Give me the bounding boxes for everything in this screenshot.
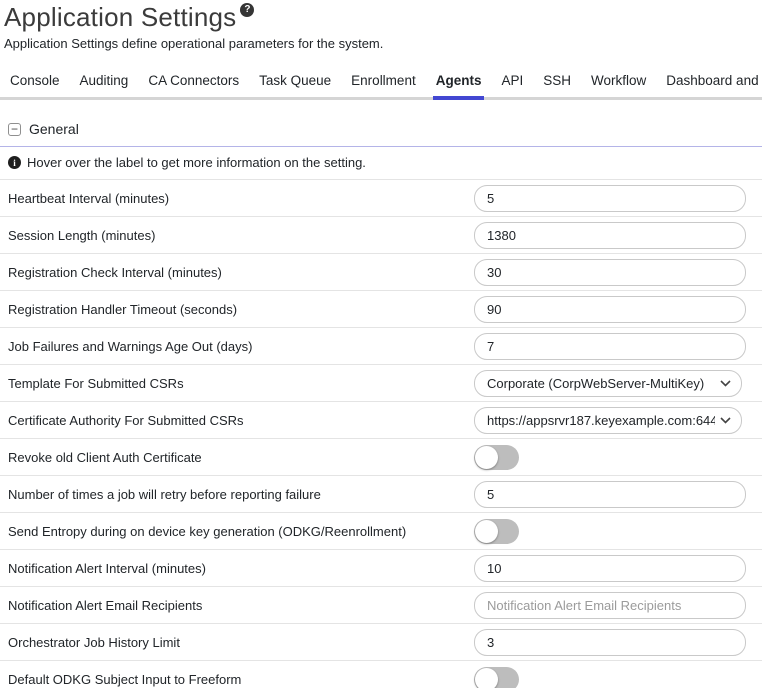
tab-console[interactable]: Console <box>7 66 63 97</box>
tab-dashboard-and-reports[interactable]: Dashboard and Reports <box>663 66 762 97</box>
setting-row: Revoke old Client Auth Certificate <box>0 439 762 476</box>
setting-label: Number of times a job will retry before … <box>8 487 474 502</box>
tab-auditing[interactable]: Auditing <box>77 66 132 97</box>
setting-label: Default ODKG Subject Input to Freeform <box>8 672 474 687</box>
tab-enrollment[interactable]: Enrollment <box>348 66 419 97</box>
setting-row: Default ODKG Subject Input to Freeform <box>0 661 762 688</box>
notification-alert-interval-input[interactable] <box>474 555 746 582</box>
template-for-submitted-csrs-select[interactable]: Corporate (CorpWebServer-MultiKey) <box>474 370 742 397</box>
tab-agents[interactable]: Agents <box>433 66 485 100</box>
section-general-header[interactable]: − General <box>0 114 762 147</box>
setting-label: Orchestrator Job History Limit <box>8 635 474 650</box>
setting-row: Session Length (minutes) <box>0 217 762 254</box>
application-settings-page: Application Settings? Application Settin… <box>0 0 762 688</box>
registration-check-interval-input[interactable] <box>474 259 746 286</box>
toggle-knob <box>475 668 498 688</box>
job-failures-age-out-input[interactable] <box>474 333 746 360</box>
setting-row: Registration Check Interval (minutes) <box>0 254 762 291</box>
setting-row: Template For Submitted CSRs Corporate (C… <box>0 365 762 402</box>
info-note-text: Hover over the label to get more informa… <box>27 155 366 170</box>
setting-label: Revoke old Client Auth Certificate <box>8 450 474 465</box>
page-title: Application Settings <box>4 2 236 32</box>
setting-row: Certificate Authority For Submitted CSRs… <box>0 402 762 439</box>
tab-workflow[interactable]: Workflow <box>588 66 649 97</box>
job-retry-count-input[interactable] <box>474 481 746 508</box>
registration-handler-timeout-input[interactable] <box>474 296 746 323</box>
setting-row: Heartbeat Interval (minutes) <box>0 180 762 217</box>
info-note: i Hover over the label to get more infor… <box>0 147 762 180</box>
collapse-icon[interactable]: − <box>8 123 21 136</box>
info-icon: i <box>8 156 21 169</box>
setting-row: Job Failures and Warnings Age Out (days) <box>0 328 762 365</box>
setting-label: Job Failures and Warnings Age Out (days) <box>8 339 474 354</box>
tab-ca-connectors[interactable]: CA Connectors <box>145 66 242 97</box>
setting-label: Notification Alert Interval (minutes) <box>8 561 474 576</box>
chevron-down-icon <box>720 380 731 387</box>
heartbeat-interval-input[interactable] <box>474 185 746 212</box>
setting-row: Notification Alert Interval (minutes) <box>0 550 762 587</box>
revoke-old-client-auth-toggle[interactable] <box>474 445 519 470</box>
setting-label: Session Length (minutes) <box>8 228 474 243</box>
chevron-down-icon <box>720 417 731 424</box>
toggle-knob <box>475 520 498 543</box>
page-header: Application Settings? <box>4 2 762 33</box>
setting-row: Number of times a job will retry before … <box>0 476 762 513</box>
setting-label: Registration Handler Timeout (seconds) <box>8 302 474 317</box>
select-value: https://appsrvr187.keyexample.com:6447\C… <box>487 413 715 428</box>
setting-label: Heartbeat Interval (minutes) <box>8 191 474 206</box>
notification-alert-email-recipients-input[interactable] <box>474 592 746 619</box>
setting-label: Send Entropy during on device key genera… <box>8 524 474 539</box>
select-value: Corporate (CorpWebServer-MultiKey) <box>487 376 704 391</box>
toggle-knob <box>475 446 498 469</box>
setting-row: Send Entropy during on device key genera… <box>0 513 762 550</box>
session-length-input[interactable] <box>474 222 746 249</box>
tab-task-queue[interactable]: Task Queue <box>256 66 334 97</box>
section-title: General <box>29 121 79 137</box>
send-entropy-odkg-toggle[interactable] <box>474 519 519 544</box>
page-subtitle: Application Settings define operational … <box>4 36 762 51</box>
settings-list: Heartbeat Interval (minutes) Session Len… <box>0 180 762 688</box>
orchestrator-job-history-limit-input[interactable] <box>474 629 746 656</box>
tab-bar: Console Auditing CA Connectors Task Queu… <box>0 66 762 100</box>
tab-ssh[interactable]: SSH <box>540 66 574 97</box>
help-icon[interactable]: ? <box>240 3 254 17</box>
default-odkg-freeform-toggle[interactable] <box>474 667 519 688</box>
certificate-authority-for-submitted-csrs-select[interactable]: https://appsrvr187.keyexample.com:6447\C… <box>474 407 742 434</box>
setting-row: Registration Handler Timeout (seconds) <box>0 291 762 328</box>
setting-row: Orchestrator Job History Limit <box>0 624 762 661</box>
setting-label: Template For Submitted CSRs <box>8 376 474 391</box>
setting-label: Notification Alert Email Recipients <box>8 598 474 613</box>
tab-api[interactable]: API <box>498 66 526 97</box>
setting-label: Registration Check Interval (minutes) <box>8 265 474 280</box>
setting-label: Certificate Authority For Submitted CSRs <box>8 413 474 428</box>
setting-row: Notification Alert Email Recipients <box>0 587 762 624</box>
